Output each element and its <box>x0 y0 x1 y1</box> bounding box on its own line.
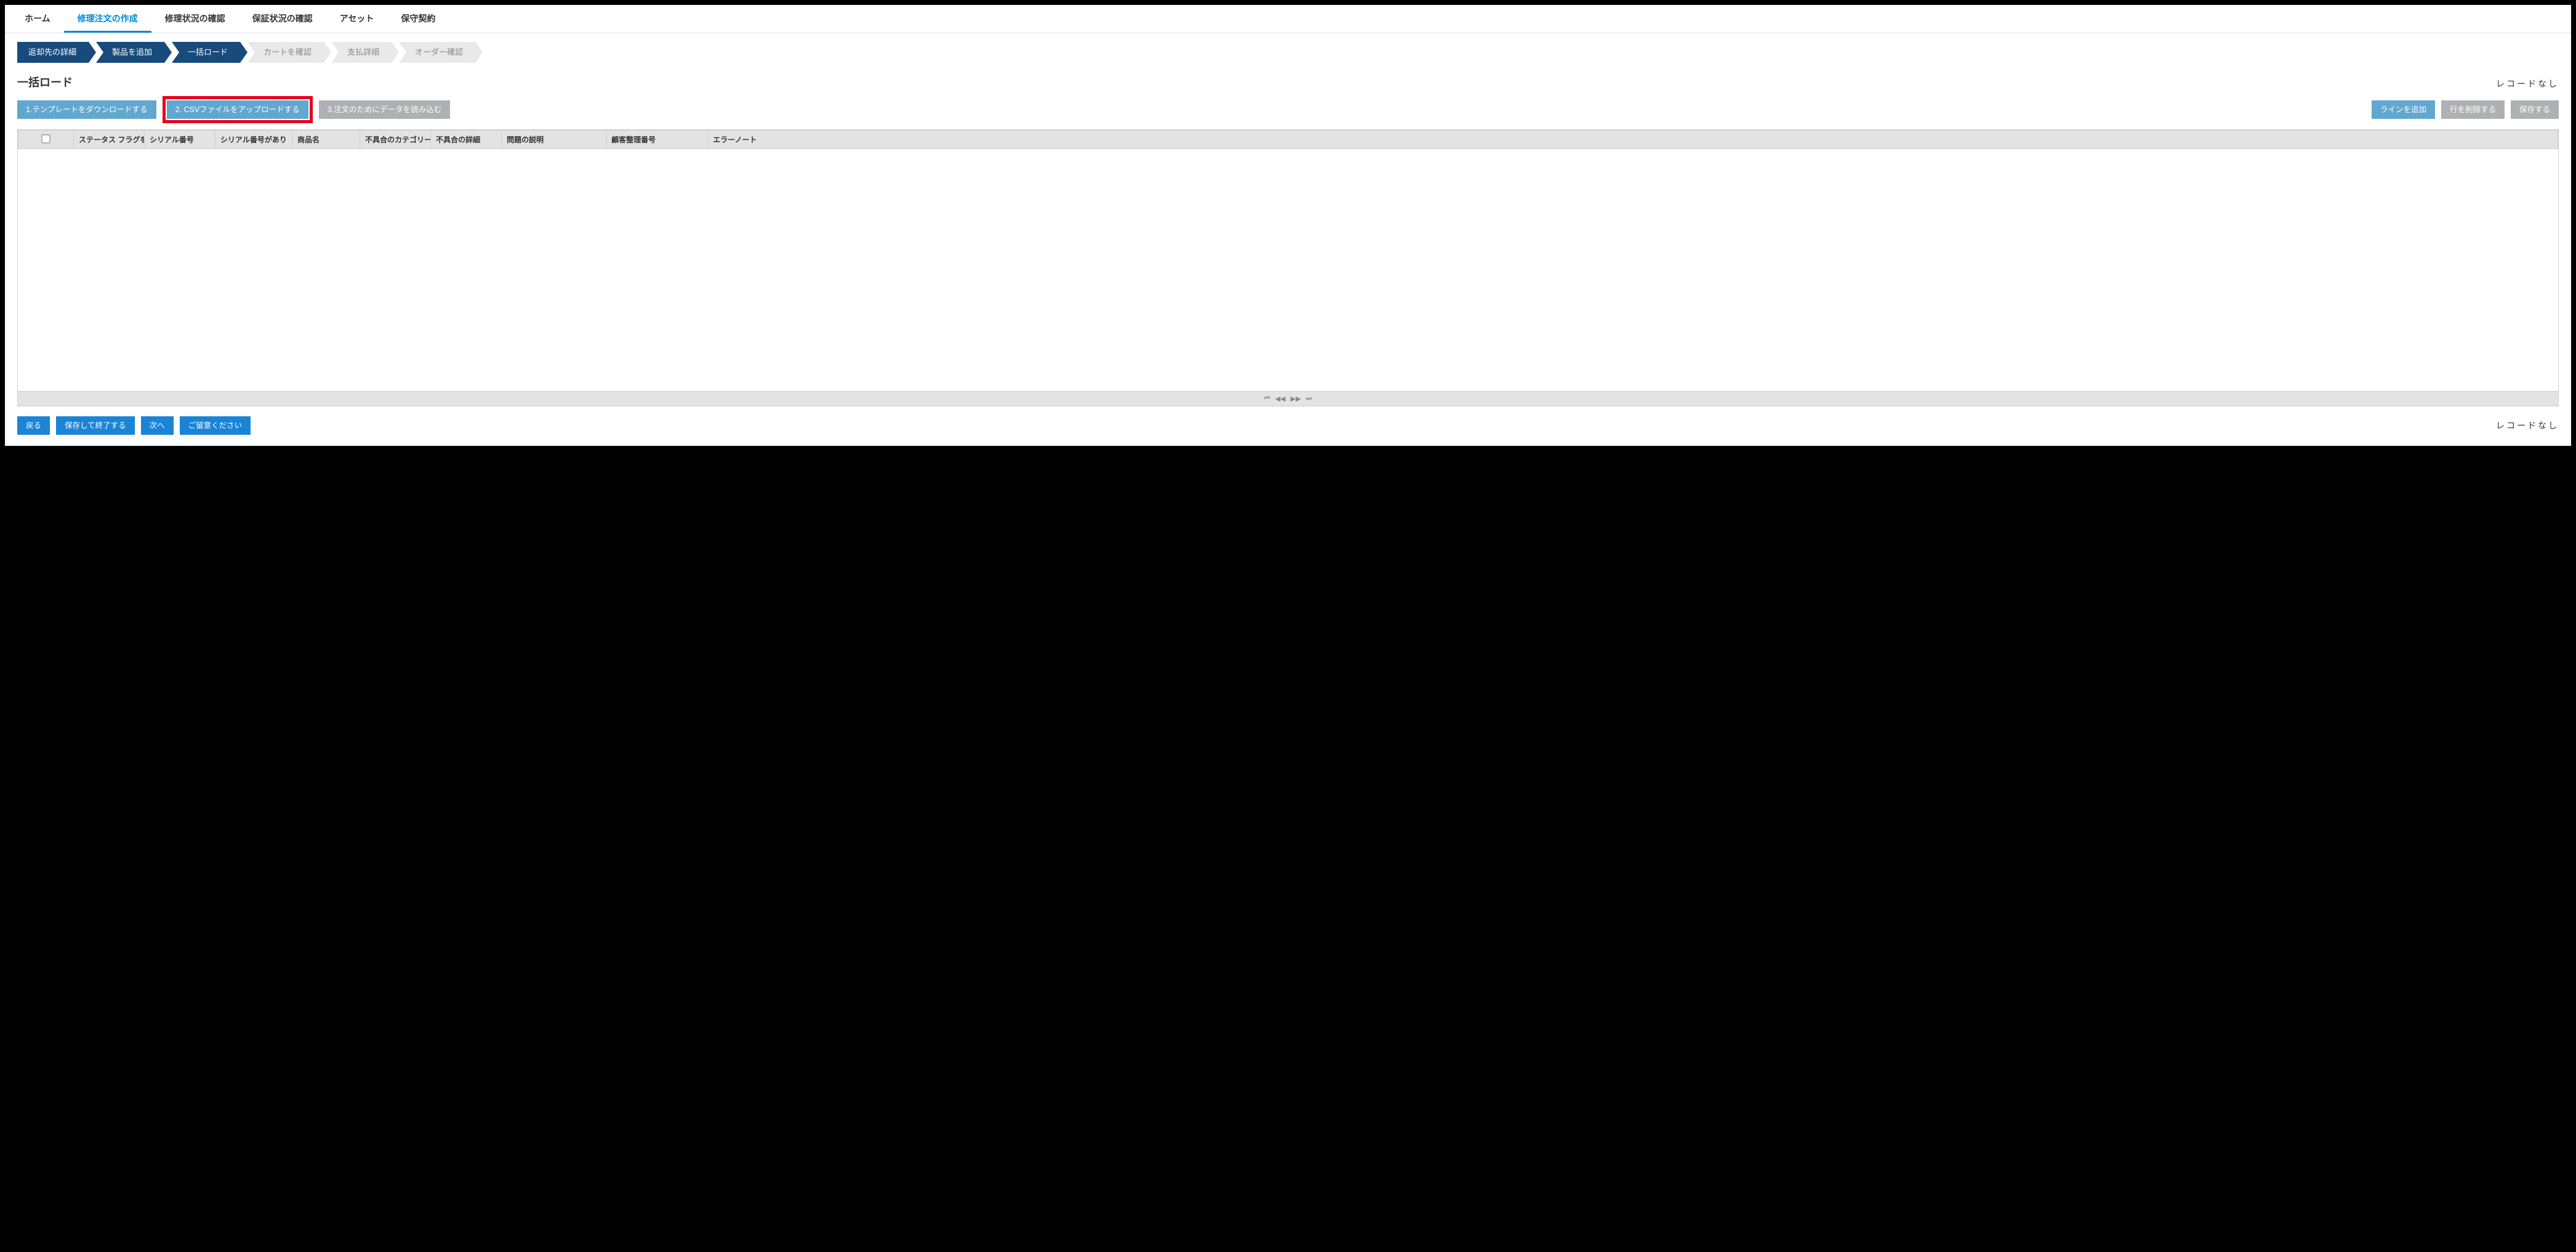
back-button[interactable]: 戻る <box>17 416 50 435</box>
step-confirm-order: オーダー確認 <box>399 42 475 63</box>
table-empty-body <box>18 149 2558 391</box>
step-label: 支払詳細 <box>347 47 379 57</box>
select-all-checkbox[interactable] <box>41 134 50 143</box>
section-header: 一括ロード レコードなし <box>5 63 2571 92</box>
delete-row-button[interactable]: 行を削除する <box>2441 100 2505 119</box>
nav-tab-home[interactable]: ホーム <box>11 5 64 33</box>
import-data-button[interactable]: 3.注文のためにデータを読み込む <box>319 100 450 119</box>
highlighted-upload-step: 2. CSVファイルをアップロードする <box>163 96 313 123</box>
col-header-serial-exist[interactable]: シリアル番号があり <box>215 131 292 149</box>
step-label: カートを確認 <box>264 47 312 57</box>
nav-tab-repair-status[interactable]: 修理状況の確認 <box>151 5 239 33</box>
col-header-error-note[interactable]: エラーノート <box>708 131 2558 149</box>
col-header-issue-desc[interactable]: 問題の説明 <box>502 131 606 149</box>
data-table: ステータス フラグを シリアル番号 シリアル番号があり 商品名 不具合のカテゴリ… <box>17 129 2559 406</box>
col-header-customer-ref[interactable]: 顧客整理番号 <box>606 131 708 149</box>
action-row: 1.テンプレートをダウンロードする 2. CSVファイルをアップロードする 3.… <box>5 92 2571 129</box>
step-check-cart: カートを確認 <box>248 42 324 63</box>
save-button[interactable]: 保存する <box>2511 100 2559 119</box>
nav-tab-asset[interactable]: アセット <box>326 5 388 33</box>
col-header-fault-category[interactable]: 不具合のカテゴリー <box>360 131 431 149</box>
step-label: 製品を追加 <box>112 47 152 57</box>
pager-first-icon[interactable]: ⏮ <box>1264 395 1270 403</box>
app-window: ホーム 修理注文の作成 修理状況の確認 保証状況の確認 アセット 保守契約 返却… <box>4 4 2572 447</box>
step-payment: 支払詳細 <box>331 42 392 63</box>
nav-tabs: ホーム 修理注文の作成 修理状況の確認 保証状況の確認 アセット 保守契約 <box>5 5 2571 33</box>
col-header-status-flag[interactable]: ステータス フラグを <box>74 131 145 149</box>
step-label: 一括ロード <box>188 47 228 57</box>
add-line-button[interactable]: ラインを追加 <box>2372 100 2435 119</box>
nav-tab-warranty-status[interactable]: 保証状況の確認 <box>239 5 326 33</box>
step-bulk-load[interactable]: 一括ロード <box>172 42 240 63</box>
col-header-serial[interactable]: シリアル番号 <box>145 131 215 149</box>
step-add-product[interactable]: 製品を追加 <box>96 42 164 63</box>
col-header-fault-detail[interactable]: 不具合の詳細 <box>431 131 502 149</box>
page-title: 一括ロード <box>17 74 73 90</box>
pager: ⏮ ◀◀ ▶▶ ⏭ <box>18 391 2558 406</box>
pager-last-icon[interactable]: ⏭ <box>1306 395 1312 403</box>
col-header-checkbox[interactable] <box>18 131 74 149</box>
upload-csv-button[interactable]: 2. CSVファイルをアップロードする <box>167 100 308 119</box>
save-exit-button[interactable]: 保存して終了する <box>56 416 135 435</box>
step-label: 返却先の詳細 <box>28 47 76 57</box>
step-label: オーダー確認 <box>415 47 463 57</box>
pager-prev-icon[interactable]: ◀◀ <box>1275 395 1286 403</box>
stepper: 返却先の詳細 製品を追加 一括ロード カートを確認 支払詳細 オーダー確認 <box>5 33 2571 63</box>
step-return-detail[interactable]: 返却先の詳細 <box>17 42 89 63</box>
pager-next-icon[interactable]: ▶▶ <box>1290 395 1301 403</box>
footer-bar: 戻る 保存して終了する 次へ ご留意ください レコードなし <box>5 406 2571 446</box>
nav-tab-create-repair-order[interactable]: 修理注文の作成 <box>64 5 151 33</box>
nav-tab-contract[interactable]: 保守契約 <box>387 5 449 33</box>
record-count-top: レコードなし <box>2496 78 2559 90</box>
hold-note-button[interactable]: ご留意ください <box>180 416 251 435</box>
download-template-button[interactable]: 1.テンプレートをダウンロードする <box>17 100 156 119</box>
next-button[interactable]: 次へ <box>141 416 174 435</box>
col-header-product[interactable]: 商品名 <box>292 131 360 149</box>
record-count-bottom: レコードなし <box>2496 419 2559 432</box>
